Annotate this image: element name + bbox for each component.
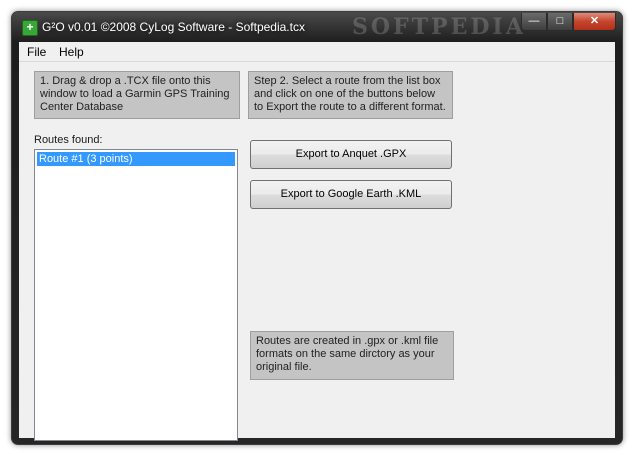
minimize-button[interactable]: —	[521, 13, 547, 31]
maximize-icon: □	[556, 15, 564, 27]
menu-file[interactable]: File	[27, 45, 46, 59]
menu-help[interactable]: Help	[59, 45, 84, 59]
routes-listbox[interactable]: Route #1 (3 points)	[34, 149, 238, 441]
export-kml-button[interactable]: Export to Google Earth .KML	[250, 180, 452, 209]
export-gpx-button[interactable]: Export to Anquet .GPX	[250, 140, 452, 169]
minimize-icon: —	[528, 15, 540, 27]
close-icon: ✕	[589, 15, 600, 27]
caption-buttons: — □ ✕	[521, 13, 616, 31]
maximize-button[interactable]: □	[547, 13, 573, 31]
client-area: 1. Drag & drop a .TCX file onto this win…	[19, 62, 615, 441]
step2-instructions: Step 2. Select a route from the list box…	[248, 71, 453, 119]
softpedia-watermark: SOFTPEDIA	[352, 14, 526, 40]
close-button[interactable]: ✕	[573, 13, 616, 31]
step1-instructions: 1. Drag & drop a .TCX file onto this win…	[34, 71, 240, 119]
app-window: + G²O v0.01 ©2008 CyLog Software - Softp…	[11, 11, 623, 445]
window-title: G²O v0.01 ©2008 CyLog Software - Softped…	[42, 20, 305, 34]
app-cross-icon[interactable]: +	[22, 20, 38, 36]
info-note: Routes are created in .gpx or .kml file …	[250, 331, 454, 380]
title-bar[interactable]: + G²O v0.01 ©2008 CyLog Software - Softp…	[12, 12, 622, 42]
menu-bar: File Help	[19, 42, 615, 62]
routes-label: Routes found:	[34, 134, 103, 146]
list-item[interactable]: Route #1 (3 points)	[37, 152, 235, 166]
